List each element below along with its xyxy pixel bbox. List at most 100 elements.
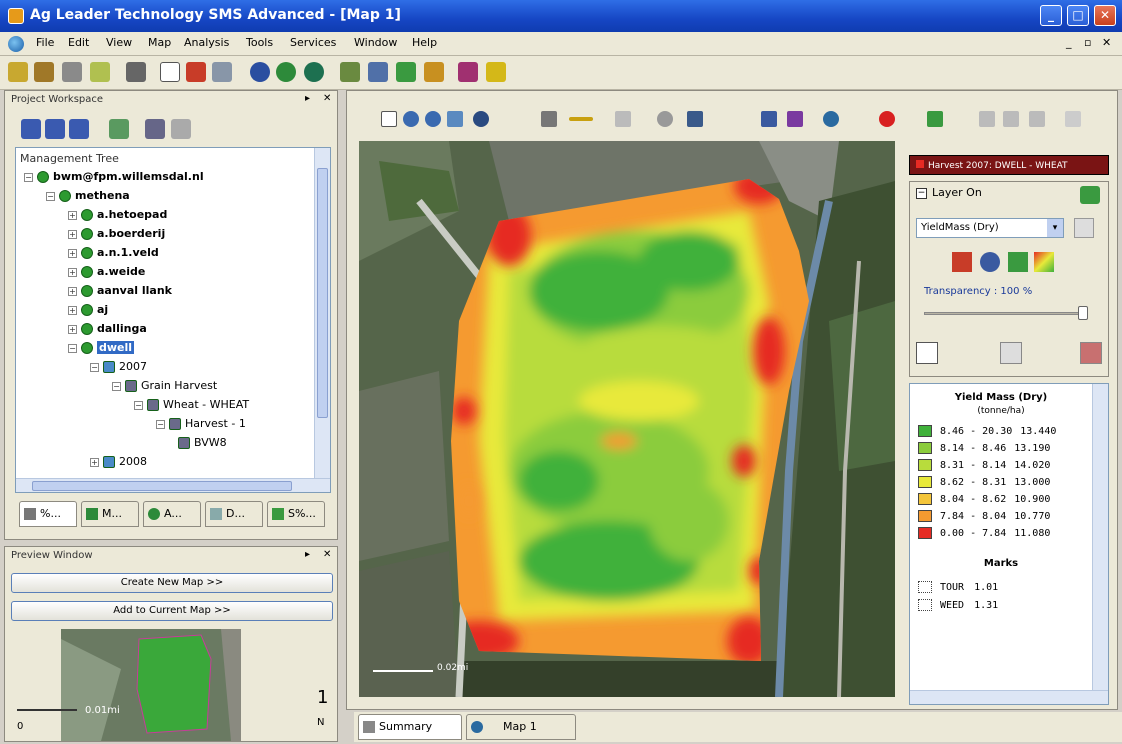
tree-item[interactable]: + aanval llank — [68, 282, 172, 300]
add-to-current-map-button[interactable]: Add to Current Map >> — [11, 601, 333, 621]
tree-item[interactable]: + a.boerderij — [68, 225, 165, 243]
tree-item[interactable]: + aj — [68, 301, 108, 319]
tree-expander-icon[interactable]: + — [68, 210, 77, 220]
mdi-close-button[interactable]: ✕ — [1102, 36, 1111, 49]
tree-hscroll-thumb[interactable] — [32, 481, 292, 491]
tree-expander-icon[interactable]: + — [68, 324, 77, 334]
tree-expander-icon[interactable]: + — [68, 267, 77, 277]
theme-icon-2[interactable] — [980, 252, 1000, 272]
tree-item[interactable]: + a.n.1.veld — [68, 244, 159, 262]
menu-file[interactable]: File — [34, 36, 56, 49]
edit-line-icon[interactable] — [615, 111, 631, 127]
tree-expander-icon[interactable]: − — [68, 343, 77, 353]
tree-expander-icon[interactable]: + — [68, 229, 77, 239]
layer-globe-icon[interactable] — [1080, 186, 1100, 204]
menu-analysis[interactable]: Analysis — [182, 36, 231, 49]
menu-help[interactable]: Help — [410, 36, 439, 49]
transparency-slider-thumb[interactable] — [1078, 306, 1088, 320]
tree-tool-icon-2[interactable] — [45, 119, 65, 139]
pin-icon[interactable] — [979, 111, 995, 127]
minimize-button[interactable]: _ — [1040, 5, 1062, 26]
tree-expander-icon[interactable]: − — [134, 400, 143, 410]
tab-workspace-1[interactable]: %... — [19, 501, 77, 527]
tree-expander-icon[interactable]: − — [46, 191, 55, 201]
measure-icon[interactable] — [569, 117, 593, 121]
tree-expander-icon[interactable]: − — [90, 362, 99, 372]
tree-expander-icon[interactable]: − — [156, 419, 165, 429]
globe-dark-icon[interactable] — [304, 62, 324, 82]
layer-select[interactable]: YieldMass (Dry) ▾ — [916, 218, 1064, 238]
tree-tool-icon-4[interactable] — [109, 119, 129, 139]
import-icon[interactable] — [90, 62, 110, 82]
tree-expander-icon[interactable]: − — [24, 172, 33, 182]
mdi-restore-button[interactable]: ▫ — [1084, 36, 1091, 49]
link-icon[interactable] — [62, 62, 82, 82]
tree-item[interactable]: − Grain Harvest — [112, 377, 217, 395]
legend-header[interactable]: Harvest 2007: DWELL - WHEAT — [909, 155, 1109, 175]
theme-icon-4[interactable] — [1034, 252, 1054, 272]
tree-item[interactable]: +2008 — [90, 453, 147, 471]
settings-icon[interactable] — [473, 111, 489, 127]
tree-expander-icon[interactable]: + — [90, 457, 99, 467]
report-icon[interactable] — [458, 62, 478, 82]
tree-item[interactable]: − methena — [46, 187, 130, 205]
yield-map-canvas[interactable]: 0.02mi — [359, 141, 895, 697]
layer-on-checkbox[interactable]: − — [916, 188, 927, 199]
pointer-icon[interactable] — [381, 111, 397, 127]
tab-workspace-5[interactable]: S%... — [267, 501, 325, 527]
tab-map-1[interactable]: Map 1 — [466, 714, 576, 740]
tree-vscrollbar[interactable] — [314, 148, 330, 478]
tree-expander-icon[interactable]: − — [112, 381, 121, 391]
tree-item[interactable]: + dallinga — [68, 320, 147, 338]
page-icon[interactable] — [160, 62, 180, 82]
theme-icon-3[interactable] — [1008, 252, 1028, 272]
menu-window[interactable]: Window — [352, 36, 399, 49]
map-theme-icon[interactable] — [787, 111, 803, 127]
menu-map[interactable]: Map — [146, 36, 173, 49]
transparency-slider-track[interactable] — [924, 312, 1088, 315]
lasso-icon[interactable] — [657, 111, 673, 127]
layers-icon[interactable] — [212, 62, 232, 82]
tree-item[interactable]: − Wheat - WHEAT — [134, 396, 249, 414]
legend-vscrollbar[interactable] — [1092, 384, 1108, 690]
zoom-in-icon[interactable] — [403, 111, 419, 127]
identify-icon[interactable] — [687, 111, 703, 127]
chevron-down-icon[interactable]: ▾ — [1047, 219, 1063, 237]
refresh-icon[interactable] — [1065, 111, 1081, 127]
tree-hscrollbar[interactable] — [16, 478, 330, 492]
delete-icon[interactable] — [1080, 342, 1102, 364]
tab-summary[interactable]: Summary — [358, 714, 462, 740]
frame-icon[interactable] — [340, 62, 360, 82]
menu-tools[interactable]: Tools — [244, 36, 275, 49]
close-button[interactable]: ✕ — [1094, 5, 1116, 26]
pan-hand-icon[interactable] — [541, 111, 557, 127]
menu-services[interactable]: Services — [288, 36, 338, 49]
tree-tool-icon-6[interactable] — [171, 119, 191, 139]
record-icon[interactable] — [879, 111, 895, 127]
properties-icon[interactable] — [1000, 342, 1022, 364]
create-new-map-button[interactable]: Create New Map >> — [11, 573, 333, 593]
map-layers-icon[interactable] — [761, 111, 777, 127]
menu-view[interactable]: View — [104, 36, 134, 49]
legend-hscrollbar[interactable] — [910, 690, 1108, 704]
globe-green-icon[interactable] — [276, 62, 296, 82]
copy-icon[interactable] — [1003, 111, 1019, 127]
table-icon[interactable] — [368, 62, 388, 82]
tree-tool-icon-1[interactable] — [21, 119, 41, 139]
tree-item[interactable]: − 2007 — [90, 358, 147, 376]
pane-close-icon[interactable]: ✕ — [323, 549, 331, 560]
tree-tool-icon-5[interactable] — [145, 119, 165, 139]
new-project-icon[interactable] — [8, 62, 28, 82]
pane-arrow-icon[interactable]: ▸ — [305, 549, 310, 560]
print-icon[interactable] — [126, 62, 146, 82]
tree-tool-icon-3[interactable] — [69, 119, 89, 139]
tree-item[interactable]: + a.hetoepad — [68, 206, 167, 224]
pane-close-icon[interactable]: ✕ — [323, 93, 331, 104]
tree-vscroll-thumb[interactable] — [317, 168, 328, 418]
maximize-button[interactable]: □ — [1067, 5, 1089, 26]
pane-arrow-icon[interactable]: ▸ — [305, 93, 310, 104]
tree-item[interactable]: − dwell — [68, 339, 135, 357]
tree-item[interactable]: − Harvest - 1 — [156, 415, 246, 433]
gps-icon[interactable] — [823, 111, 839, 127]
export-icon[interactable] — [1029, 111, 1045, 127]
